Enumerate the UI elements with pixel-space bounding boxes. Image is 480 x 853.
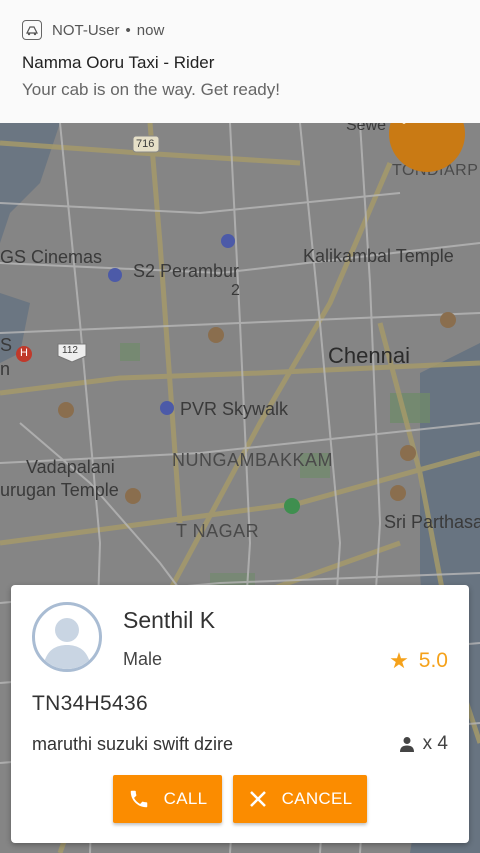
- call-label: CALL: [163, 789, 208, 808]
- map-label-left-s: S: [0, 335, 13, 355]
- driver-rating: ★ 5.0: [389, 648, 448, 674]
- notification-time: now: [136, 21, 165, 39]
- phone-icon: [128, 788, 150, 810]
- vehicle-model: maruthi suzuki swift dzire: [32, 734, 234, 754]
- cancel-label: CANCEL: [281, 789, 353, 808]
- driver-avatar: [32, 602, 102, 672]
- rating-value: 5.0: [418, 649, 448, 672]
- person-placeholder-icon: [43, 618, 91, 669]
- route-716-label: 716: [136, 138, 155, 150]
- driver-card: Senthil K Male ★ 5.0 TN34H5436 maruthi s…: [11, 585, 469, 843]
- map-label-pvr-skywalk: PVR Skywalk: [180, 399, 289, 419]
- star-icon: ★: [389, 648, 409, 673]
- map-label-nungambakkam: NUNGAMBAKKAM: [172, 450, 334, 470]
- call-button[interactable]: CALL: [113, 775, 222, 823]
- route-112-label: 112: [62, 345, 78, 356]
- map-label-s2-perambur: S2 Perambur: [133, 261, 240, 281]
- notification-header: NOT-User • now: [22, 20, 164, 40]
- vehicle-plate: TN34H5436: [32, 692, 148, 715]
- seat-capacity: x 4: [399, 733, 448, 755]
- person-icon: [399, 736, 415, 752]
- close-icon: [248, 789, 268, 809]
- notification-app-name: NOT-User: [52, 21, 120, 39]
- map-label-sewe: Sewe: [346, 123, 387, 134]
- notification[interactable]: NOT-User • now Namma Ooru Taxi - Rider Y…: [0, 0, 480, 124]
- map-label-left-n: n: [0, 359, 11, 379]
- map-label-sri-parthasa: Sri Parthasa: [384, 512, 480, 532]
- map-label-gs-cinemas: GS Cinemas: [0, 247, 103, 267]
- notification-title: Namma Ooru Taxi - Rider: [22, 53, 215, 72]
- map-label-vadapalani: Vadapalani: [26, 457, 115, 477]
- seat-count: x 4: [422, 733, 448, 754]
- map-label-kalikambal: Kalikambal Temple: [303, 246, 454, 266]
- map-label-chennai: Chennai: [328, 343, 410, 368]
- map-label-s2-perambur-line2: 2: [231, 282, 240, 299]
- driver-name: Senthil K: [123, 607, 216, 633]
- map-label-murugan-temple: urugan Temple: [0, 480, 119, 500]
- cancel-button[interactable]: CANCEL: [233, 775, 367, 823]
- notification-separator: •: [125, 21, 131, 39]
- notification-body: Your cab is on the way. Get ready!: [22, 80, 280, 99]
- taxi-app-icon: [22, 20, 42, 40]
- hospital-icon: H: [20, 347, 28, 359]
- driver-gender: Male: [123, 649, 163, 669]
- map-label-t-nagar: T NAGAR: [176, 521, 260, 541]
